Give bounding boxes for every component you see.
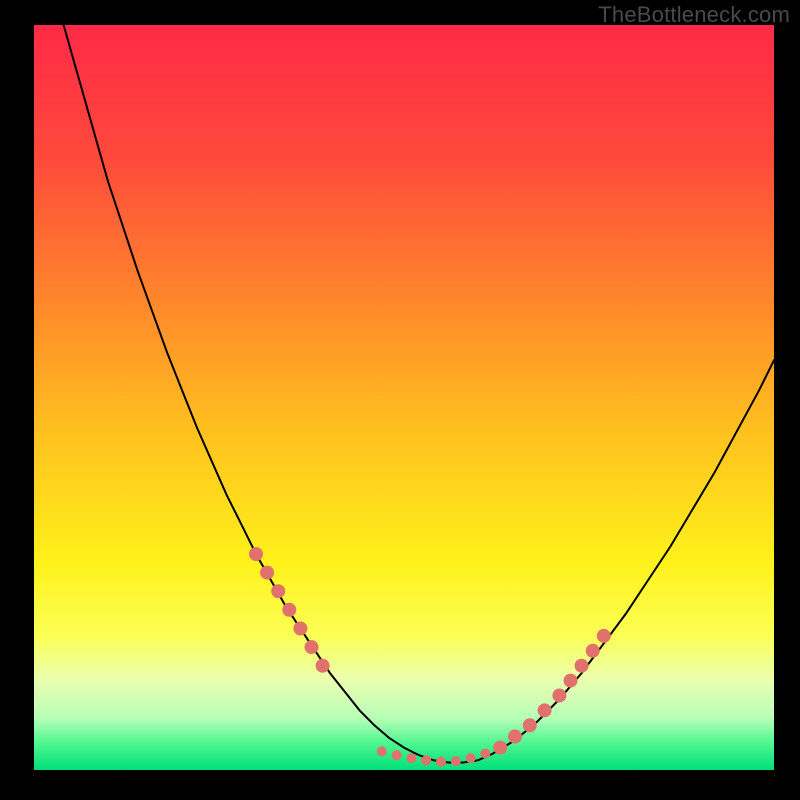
highlight-dot — [316, 659, 330, 673]
highlight-dot — [538, 703, 552, 717]
highlight-dot — [508, 730, 522, 744]
highlight-dot — [586, 644, 600, 658]
highlight-dot — [282, 603, 296, 617]
highlight-dot — [293, 622, 307, 636]
highlight-dot — [597, 629, 611, 643]
watermark-text: TheBottleneck.com — [598, 2, 790, 28]
plot-area — [34, 25, 774, 770]
highlight-dot — [451, 756, 461, 766]
highlight-dot — [392, 750, 402, 760]
highlight-dot — [377, 746, 387, 756]
highlight-dot — [421, 755, 431, 765]
highlight-dot — [271, 584, 285, 598]
chart-frame: TheBottleneck.com — [0, 0, 800, 800]
highlight-dot — [564, 674, 578, 688]
highlight-dot — [552, 689, 566, 703]
highlight-dot — [249, 547, 263, 561]
highlight-dot — [260, 566, 274, 580]
highlight-dot — [523, 718, 537, 732]
highlight-dot — [406, 753, 416, 763]
highlight-dot — [466, 753, 476, 763]
bottleneck-curve — [64, 25, 774, 763]
highlight-dot — [575, 659, 589, 673]
highlight-dot — [493, 741, 507, 755]
highlight-dot — [305, 640, 319, 654]
highlight-dot — [480, 749, 490, 759]
plot-svg — [34, 25, 774, 770]
highlight-dot — [436, 757, 446, 767]
